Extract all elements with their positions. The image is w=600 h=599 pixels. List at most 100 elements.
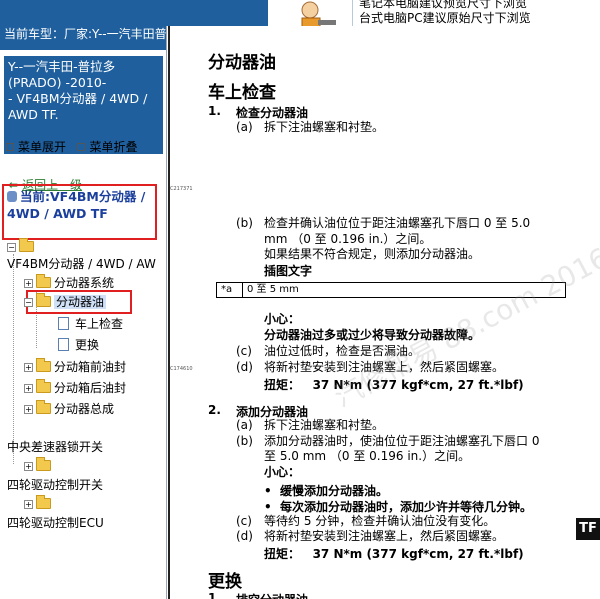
- tree-group-toggle[interactable]: +: [24, 457, 54, 473]
- menu-collapse-button[interactable]: 菜单折叠: [77, 140, 137, 154]
- step-number: 1.: [208, 591, 221, 599]
- model-line: (PRADO) -2010-: [8, 75, 107, 90]
- database-icon: [7, 191, 17, 202]
- substep-text: 油位过低时，检查是否漏油。: [264, 344, 421, 358]
- substep-text: 至 5.0 mm （0 至 0.196 in.）之间。: [264, 449, 471, 463]
- torque-label: 扭矩：: [264, 547, 301, 561]
- tree-item-label: 车上检查: [75, 317, 124, 331]
- torque-value: 37 N*m (377 kgf*cm, 27 ft.*lbf): [312, 547, 524, 561]
- manual-document-pane: 分动器油 车上检查 1. 检查分动器油 (a) 拆下注油螺塞和衬垫。 C2173…: [168, 26, 600, 599]
- substep-letter: (c): [236, 344, 252, 358]
- collapse-square-icon: [77, 143, 86, 151]
- tree-root-label[interactable]: VF4BM分动器 / 4WD / AW: [7, 257, 156, 271]
- substep-letter: (b): [236, 216, 253, 230]
- folder-icon: [36, 495, 51, 509]
- folder-icon: [19, 238, 34, 252]
- document-icon: [58, 317, 69, 330]
- menu-toggle-row: 菜单展开 菜单折叠: [6, 138, 137, 155]
- step-title: 检查分动器油: [236, 106, 309, 120]
- figure-id: C217371: [170, 186, 193, 192]
- substep-text: 添加分动器油时，使油位位于距注油螺塞孔下唇口 0: [264, 434, 540, 448]
- substep-text: 如果结果不符合规定，则添加分动器油。: [264, 247, 481, 261]
- model-line: AWD TF.: [8, 107, 59, 122]
- tree-item-label: 分动器油: [54, 295, 107, 309]
- expand-toggle-icon[interactable]: +: [24, 363, 33, 372]
- tree-item-transfer-oil[interactable]: − 分动器油: [24, 293, 107, 309]
- folder-icon: [36, 358, 51, 372]
- tree-group-center-diff-lock[interactable]: 中央差速器锁开关: [7, 440, 103, 454]
- tree-item-label: 分动箱前油封: [54, 360, 127, 374]
- tree-group-4wd-ecu[interactable]: 四轮驱动控制ECU: [7, 516, 104, 530]
- tree-guide-line: [13, 254, 14, 464]
- step-number: 1.: [208, 104, 221, 118]
- expand-toggle-icon[interactable]: +: [24, 384, 33, 393]
- folder-icon: [36, 274, 51, 288]
- bullet-item: • 缓慢添加分动器油。: [264, 484, 389, 498]
- current-node-box: 当前:VF4BM分动器 / 4WD / AWD TF: [2, 184, 157, 240]
- section-heading-inspection: 车上检查: [208, 83, 276, 103]
- document-icon: [58, 338, 69, 351]
- section-heading-replacement: 更换: [208, 572, 242, 592]
- folder-icon: [36, 400, 51, 414]
- model-line: Y--一汽丰田-普拉多: [8, 59, 116, 74]
- torque-row: 扭矩： 37 N*m (377 kgf*cm, 27 ft.*lbf): [264, 547, 524, 562]
- figure-text-table: *a 0 至 5 mm: [216, 282, 566, 298]
- notes-line-desktop: 台式电脑PC建议原始尺寸下浏览: [359, 11, 531, 25]
- substep-text: 将新衬垫安装到注油螺塞上，然后紧固螺塞。: [264, 360, 505, 374]
- collapse-toggle-icon[interactable]: −: [7, 243, 16, 252]
- caution-text: 分动器油过多或过少将导致分动器故障。: [264, 328, 481, 342]
- substep-letter: (a): [236, 418, 253, 432]
- substep-text: 检查并确认油位位于距注油螺塞孔下唇口 0 至 5.0: [264, 216, 531, 230]
- substep-letter: (c): [236, 514, 252, 528]
- tree-item-on-vehicle-inspection[interactable]: 车上检查: [58, 317, 123, 331]
- expand-square-icon: [6, 143, 14, 151]
- bullet-text: 每次添加分动器油时，添加少许并等待几分钟。: [280, 500, 533, 514]
- tree-group-4wd-switch[interactable]: 四轮驱动控制开关: [7, 478, 103, 492]
- tree-item-rear-oil-seal[interactable]: + 分动箱后油封: [24, 379, 127, 395]
- banner-blue-strip: [0, 0, 268, 26]
- tree-root-row[interactable]: −: [7, 238, 37, 254]
- caution-label: 小心：: [264, 465, 301, 479]
- torque-label: 扭矩：: [264, 378, 301, 392]
- substep-text: 将新衬垫安装到注油螺塞上，然后紧固螺塞。: [264, 529, 505, 543]
- expand-toggle-icon[interactable]: +: [24, 500, 33, 509]
- tree-item-replacement[interactable]: 更换: [58, 338, 99, 352]
- step-title: 排空分动器油: [236, 591, 308, 599]
- substep-letter: (b): [236, 434, 253, 448]
- table-value: 0 至 5 mm: [247, 284, 299, 295]
- current-node-line1: 当前:VF4BM分动器 /: [20, 189, 146, 204]
- tf-section-tab[interactable]: TF: [576, 518, 600, 540]
- tree-item-transfer-assembly[interactable]: + 分动器总成: [24, 400, 114, 416]
- expand-toggle-icon[interactable]: +: [24, 279, 33, 288]
- left-nav-panel: 当前车型：厂家:Y--一汽丰田普拉多(PRADO) 2010- Y--一汽丰田-…: [0, 26, 167, 599]
- bullet-item: • 每次添加分动器油时，添加少许并等待几分钟。: [264, 500, 533, 514]
- tree-item-label: 更换: [75, 338, 100, 352]
- torque-value: 37 N*m (377 kgf*cm, 27 ft.*lbf): [312, 378, 524, 392]
- substep-text: 拆下注油螺塞和衬垫。: [264, 418, 385, 432]
- tree-item-label: 分动箱后油封: [54, 381, 127, 395]
- substep-letter: (d): [236, 360, 253, 374]
- page-edge-rule: [168, 26, 170, 599]
- tree-item-front-oil-seal[interactable]: + 分动箱前油封: [24, 358, 127, 374]
- menu-expand-label: 菜单展开: [18, 140, 67, 154]
- tree-item-transfer-system[interactable]: + 分动器系统: [24, 274, 114, 290]
- collapse-toggle-icon[interactable]: −: [24, 298, 33, 307]
- expand-toggle-icon[interactable]: +: [24, 405, 33, 414]
- folder-icon: [36, 379, 51, 393]
- open-folder-icon: [36, 293, 51, 307]
- figure-id: C174610: [170, 366, 193, 372]
- expand-toggle-icon[interactable]: +: [24, 462, 33, 471]
- notes-line-laptop: 笔记本电脑建议预览尺寸下浏览: [359, 0, 528, 10]
- substep-text: 拆下注油螺塞和衬垫。: [264, 120, 385, 134]
- figure-text-label: 插图文字: [264, 264, 313, 278]
- tree-group-toggle[interactable]: +: [24, 495, 54, 511]
- substep-letter: (a): [236, 120, 253, 134]
- folder-icon: [36, 457, 51, 471]
- current-car-label: 当前车型：厂家:Y--一汽丰田普拉多(PRADO) 2010-: [0, 26, 166, 50]
- menu-expand-button[interactable]: 菜单展开: [6, 140, 66, 154]
- substep-letter: (d): [236, 529, 253, 543]
- step-number: 2.: [208, 403, 221, 417]
- bullet-text: 缓慢添加分动器油。: [280, 484, 389, 498]
- doc-title: 分动器油: [208, 53, 276, 73]
- model-line: - VF4BM分动器 / 4WD /: [8, 91, 148, 106]
